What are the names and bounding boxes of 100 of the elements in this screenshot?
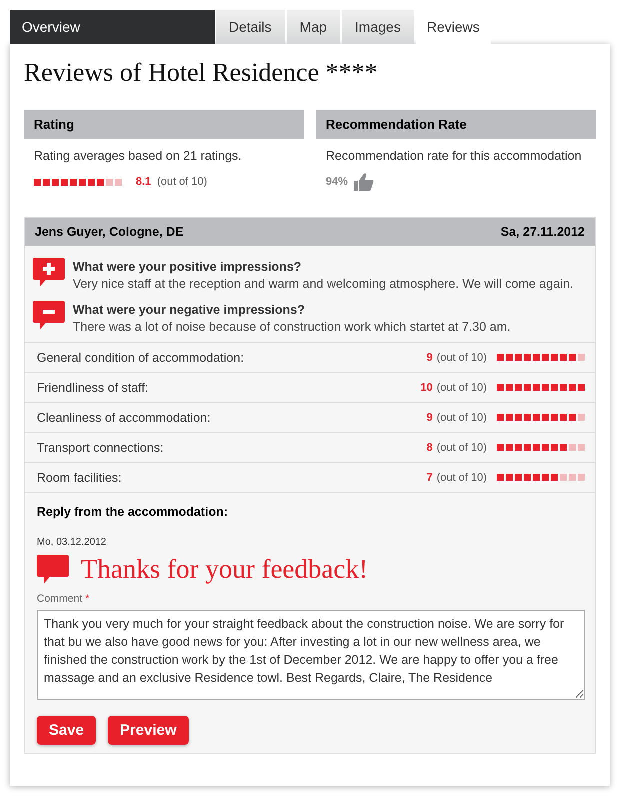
rating-square <box>524 414 531 421</box>
rating-square <box>533 444 540 451</box>
rating-square <box>70 178 77 186</box>
comment-label: Comment <box>37 593 83 605</box>
rating-square <box>551 474 558 481</box>
criterion-score: 7 <box>426 472 433 484</box>
action-button[interactable]: Preview <box>108 716 189 745</box>
speech-bubble-icon <box>37 555 69 584</box>
impression-question: What were your negative impressions? <box>73 303 306 317</box>
rating-square <box>533 414 540 421</box>
rating-square <box>88 178 95 186</box>
rating-square <box>506 354 513 361</box>
rating-square <box>578 474 585 481</box>
criterion-label: Cleanliness of accommodation: <box>37 410 212 424</box>
section-title[interactable]: Overview <box>10 10 215 44</box>
tab[interactable]: Images <box>342 10 414 44</box>
rating-square <box>497 414 504 421</box>
box-text: Recommendation rate for this accommodation <box>325 148 583 165</box>
rating-square <box>542 354 549 361</box>
rating-square <box>560 444 567 451</box>
rating-square <box>524 444 531 451</box>
rating-square <box>506 384 513 391</box>
rating-square <box>515 354 522 361</box>
rating-square <box>560 474 567 481</box>
action-button[interactable]: Save <box>37 716 96 745</box>
rating-scale: (out of 10) <box>157 176 208 188</box>
rating-square <box>524 474 531 481</box>
reply-headline: Thanks for your feedback! <box>81 554 368 585</box>
recommendation-percent: 94% <box>326 176 348 188</box>
rating-square <box>569 354 576 361</box>
criterion-label: Room facilities: <box>37 470 123 484</box>
tab[interactable]: Details <box>216 10 285 44</box>
rating-square <box>551 414 558 421</box>
rating-square <box>533 384 540 391</box>
rating-square <box>542 384 549 391</box>
criterion-label: General condition of accommodation: <box>37 350 246 364</box>
rating-square <box>515 384 522 391</box>
rating-square <box>61 178 68 186</box>
criterion-scale: (out of 10) <box>436 412 487 424</box>
criterion-scale: (out of 10) <box>436 442 487 454</box>
thumbs-up-icon <box>354 173 374 191</box>
rating-square <box>497 474 504 481</box>
impression-answer: There was a lot of noise because of construction work which startet at 7.30 am. <box>73 320 511 334</box>
rating-square <box>569 384 576 391</box>
rating-square <box>578 354 585 361</box>
rating-square <box>524 354 531 361</box>
rating-square <box>533 474 540 481</box>
rating-square <box>52 178 59 186</box>
criterion-score: 9 <box>426 412 433 424</box>
page-title: Reviews of Hotel Residence **** <box>24 58 379 88</box>
rating-square <box>43 178 50 186</box>
criterion-score: 8 <box>426 442 433 454</box>
rating-score: 8.1 <box>136 176 152 188</box>
criterion-score: 9 <box>426 352 433 364</box>
criterion-label: Friendliness of staff: <box>37 380 150 394</box>
box-header: Rating <box>24 110 304 139</box>
rating-square <box>560 354 567 361</box>
rating-square <box>542 444 549 451</box>
reviewer-name: Jens Guyer, Cologne, DE <box>35 225 184 239</box>
rating-square <box>106 178 113 186</box>
rating-square <box>551 444 558 451</box>
rating-square <box>34 178 41 186</box>
rating-square <box>542 414 549 421</box>
plus-bubble-icon <box>33 258 65 287</box>
rating-square <box>533 354 540 361</box>
rating-square <box>497 384 504 391</box>
reply-date: Mo, 03.12.2012 <box>37 537 108 548</box>
comment-field[interactable]: Thank you very much for your straight feedback about the construction noise. We are sorry for that bu we also have good news for you: After investing a lot in our new wellness area, we finished the construction work by the 1st of December 2012. We are happy to offer you a free massage and an exclusive Residence towl. Best Regards, Claire, The Residence <box>37 610 585 700</box>
rating-square <box>497 444 504 451</box>
rating-square <box>569 414 576 421</box>
rating-square <box>551 354 558 361</box>
criterion-scale: (out of 10) <box>436 382 487 394</box>
rating-square <box>578 444 585 451</box>
tab[interactable]: Map <box>286 10 340 44</box>
rating-square <box>497 354 504 361</box>
criterion-scale: (out of 10) <box>436 352 487 364</box>
criterion-score: 10 <box>420 382 433 394</box>
rating-square <box>569 444 576 451</box>
rating-square <box>506 444 513 451</box>
impression-question: What were your positive impressions? <box>73 260 303 274</box>
rating-square <box>578 414 585 421</box>
rating-square <box>551 384 558 391</box>
rating-square <box>506 414 513 421</box>
rating-square <box>578 384 585 391</box>
criterion-scale: (out of 10) <box>436 472 487 484</box>
criterion-label: Transport connections: <box>37 440 165 454</box>
reply-heading: Reply from the accommodation: <box>37 505 229 519</box>
rating-square <box>524 384 531 391</box>
box-text: Rating averages based on 21 ratings. <box>33 148 243 165</box>
rating-square <box>515 474 522 481</box>
review-date: Sa, 27.11.2012 <box>500 225 585 239</box>
rating-square <box>560 414 567 421</box>
rating-square <box>560 384 567 391</box>
rating-square <box>97 178 104 186</box>
rating-square <box>569 474 576 481</box>
rating-square <box>506 474 513 481</box>
minus-bubble-icon <box>33 301 65 330</box>
impression-answer: Very nice staff at the reception and warm and welcoming atmosphere. We will come again. <box>73 277 574 291</box>
rating-square <box>115 178 122 186</box>
required-mark: * <box>85 593 90 605</box>
